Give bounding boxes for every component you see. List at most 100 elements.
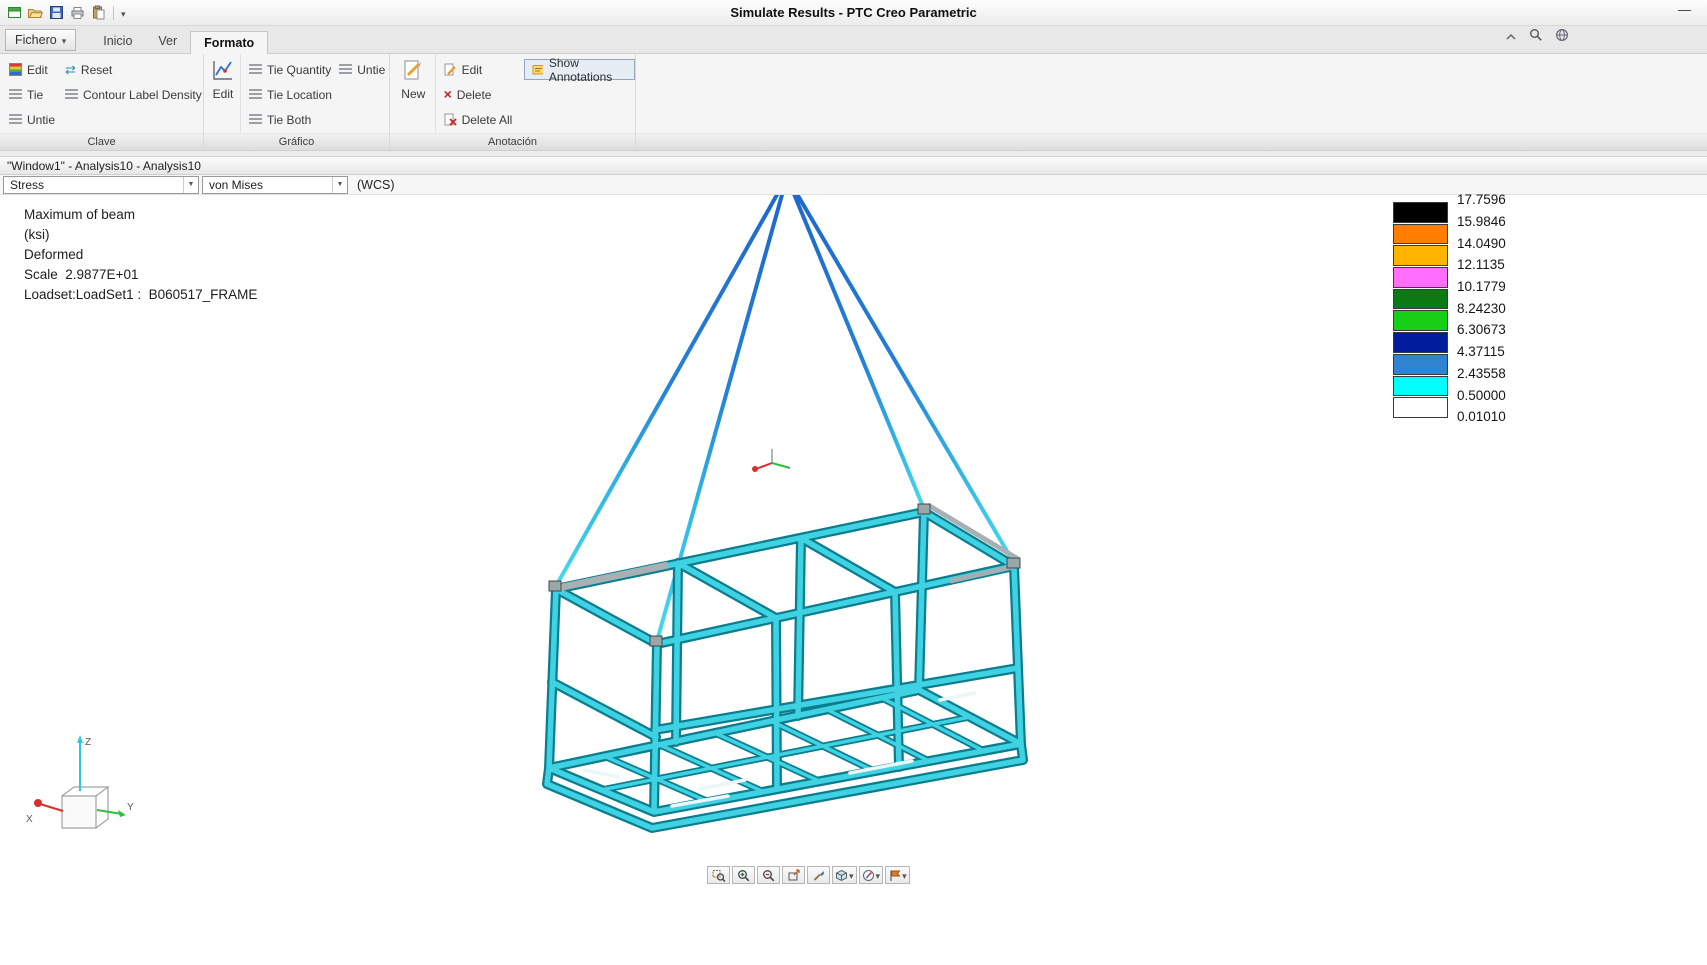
annotation-new-button[interactable]: New — [396, 54, 431, 101]
repaint-button[interactable] — [807, 866, 830, 884]
legend-values: 17.7596 15.9846 14.0490 12.1135 10.1779 8.242… — [1457, 189, 1506, 428]
refit-icon — [788, 868, 800, 880]
ribbon-right-icons — [1505, 28, 1569, 47]
legend-tie-button[interactable]: Tie — [5, 86, 61, 104]
window-icon[interactable] — [6, 5, 22, 21]
legend-swatch — [1393, 202, 1448, 223]
show-annotations-toggle[interactable]: Show Annotations — [524, 56, 635, 84]
delete-x-icon: × — [443, 86, 452, 102]
legend-swatch — [1393, 375, 1448, 397]
legend-value: 0.50000 — [1457, 387, 1506, 403]
tab-formato[interactable]: Formato — [190, 31, 269, 54]
legend-value: 17.7596 — [1457, 192, 1506, 208]
reset-arrows-icon: ⇄ — [65, 62, 76, 77]
open-icon[interactable] — [27, 5, 43, 21]
info-line: Deformed — [24, 247, 84, 262]
tie-location-icon — [249, 89, 262, 100]
quantity-combo-value: Stress — [10, 177, 45, 192]
legend-reset-button[interactable]: ⇄ Reset — [61, 61, 211, 79]
button-label: Delete — [456, 87, 492, 102]
saved-orientations-button[interactable] — [858, 866, 884, 884]
collapse-ribbon-icon[interactable] — [1505, 29, 1517, 47]
quantity-combo[interactable]: Stress — [3, 175, 199, 194]
button-label: New — [401, 87, 426, 101]
print-icon[interactable] — [69, 5, 85, 21]
tab-ver[interactable]: Ver — [145, 30, 190, 53]
chevron-down-icon — [876, 866, 881, 884]
y-axis-label: Y — [127, 802, 134, 813]
component-combo[interactable]: von Mises — [202, 175, 348, 194]
legend-swatch — [1393, 245, 1448, 267]
legend-value: 14.0490 — [1457, 235, 1506, 251]
file-menu-button[interactable]: Fichero — [5, 29, 77, 51]
group-label-grafico: Gráfico — [204, 133, 389, 150]
zoom-window-button[interactable] — [707, 866, 730, 884]
contour-label-density-button[interactable]: Contour Label Density — [61, 86, 211, 104]
legend-value: 15.9846 — [1457, 214, 1506, 230]
button-label: Contour Label Density — [83, 87, 202, 102]
ribbon-group-clave: Edit ⇄ Reset Tie Contour Label Density U… — [0, 54, 204, 150]
paste-icon[interactable] — [90, 5, 106, 21]
tie-both-icon — [249, 114, 262, 125]
contour-density-icon — [65, 89, 78, 100]
legend-swatch — [1393, 353, 1448, 375]
qat-menu-caret[interactable] — [121, 4, 126, 22]
delete-all-icon — [444, 113, 457, 126]
annotation-edit-button[interactable]: Edit — [440, 61, 517, 79]
annotation-delete-button[interactable]: × Delete — [440, 86, 517, 104]
legend-swatch — [1393, 267, 1448, 288]
view-manager-button[interactable] — [885, 866, 910, 884]
button-label: Tie — [27, 87, 44, 102]
graph-untie-button[interactable]: Untie — [335, 61, 389, 79]
save-icon[interactable] — [48, 5, 64, 21]
zoom-in-icon — [738, 869, 750, 881]
minimize-button[interactable]: — — [1678, 2, 1691, 17]
frame-structure — [547, 502, 1023, 828]
graph-tie-quantity-button[interactable]: Tie Quantity — [245, 61, 335, 79]
quick-access-toolbar — [0, 4, 126, 22]
ribbon-group-grafico: Edit Tie Quantity Untie Tie Location Tie… — [204, 54, 390, 150]
globe-icon[interactable] — [1555, 28, 1569, 47]
chevron-down-icon — [902, 866, 907, 884]
legend-swatch — [1393, 223, 1448, 245]
legend-value: 12.1135 — [1457, 257, 1505, 273]
chevron-down-icon — [849, 866, 854, 884]
display-style-button[interactable] — [832, 866, 857, 884]
info-line: Maximum of beam — [24, 207, 136, 222]
annotation-note-icon — [532, 65, 543, 75]
button-label: Tie Location — [267, 87, 332, 102]
world-csys: Z Y X — [26, 735, 134, 829]
chevron-down-icon[interactable] — [183, 176, 198, 193]
component-combo-value: von Mises — [209, 177, 264, 192]
tie-icon — [9, 89, 22, 100]
tab-inicio[interactable]: Inicio — [90, 30, 145, 53]
info-line: Loadset:LoadSet1 : B060517_FRAME — [24, 287, 258, 302]
untie-icon — [9, 114, 22, 125]
app-title: Simulate Results - PTC Creo Parametric — [730, 5, 977, 20]
refit-button[interactable] — [782, 866, 805, 884]
load-triad — [752, 449, 791, 472]
legend-edit-button[interactable]: Edit — [5, 61, 61, 79]
graph-edit-button[interactable]: Edit — [210, 54, 236, 101]
graph-tie-location-button[interactable]: Tie Location — [245, 86, 389, 104]
button-label: Reset — [80, 62, 113, 77]
legend-value: 8.24230 — [1457, 300, 1506, 316]
annotation-delete-all-button[interactable]: Delete All — [440, 111, 517, 129]
ribbon-filler — [636, 54, 1707, 150]
ribbon-tab-row: Fichero Inicio Ver Formato — [0, 26, 1707, 54]
legend-swatches — [1393, 202, 1448, 428]
zoom-in-button[interactable] — [732, 866, 755, 884]
search-icon[interactable] — [1529, 28, 1543, 47]
zoom-out-icon — [763, 869, 775, 881]
colorbar-icon — [9, 63, 22, 76]
graph-tie-both-button[interactable]: Tie Both — [245, 111, 389, 129]
button-label: Edit — [27, 62, 48, 77]
graphics-viewport[interactable]: Z Y X Maximum of beam (ksi) Deformed Sca… — [0, 192, 1707, 965]
ribbon: Edit ⇄ Reset Tie Contour Label Density U… — [0, 54, 1707, 151]
zoom-out-button[interactable] — [757, 866, 780, 884]
legend-untie-button[interactable]: Untie — [5, 111, 61, 129]
chevron-down-icon[interactable] — [332, 176, 347, 193]
file-menu-label: Fichero — [15, 33, 57, 47]
untie-icon — [339, 64, 353, 75]
result-window-header[interactable]: "Window1" - Analysis10 - Analysis10 — [0, 156, 1707, 175]
